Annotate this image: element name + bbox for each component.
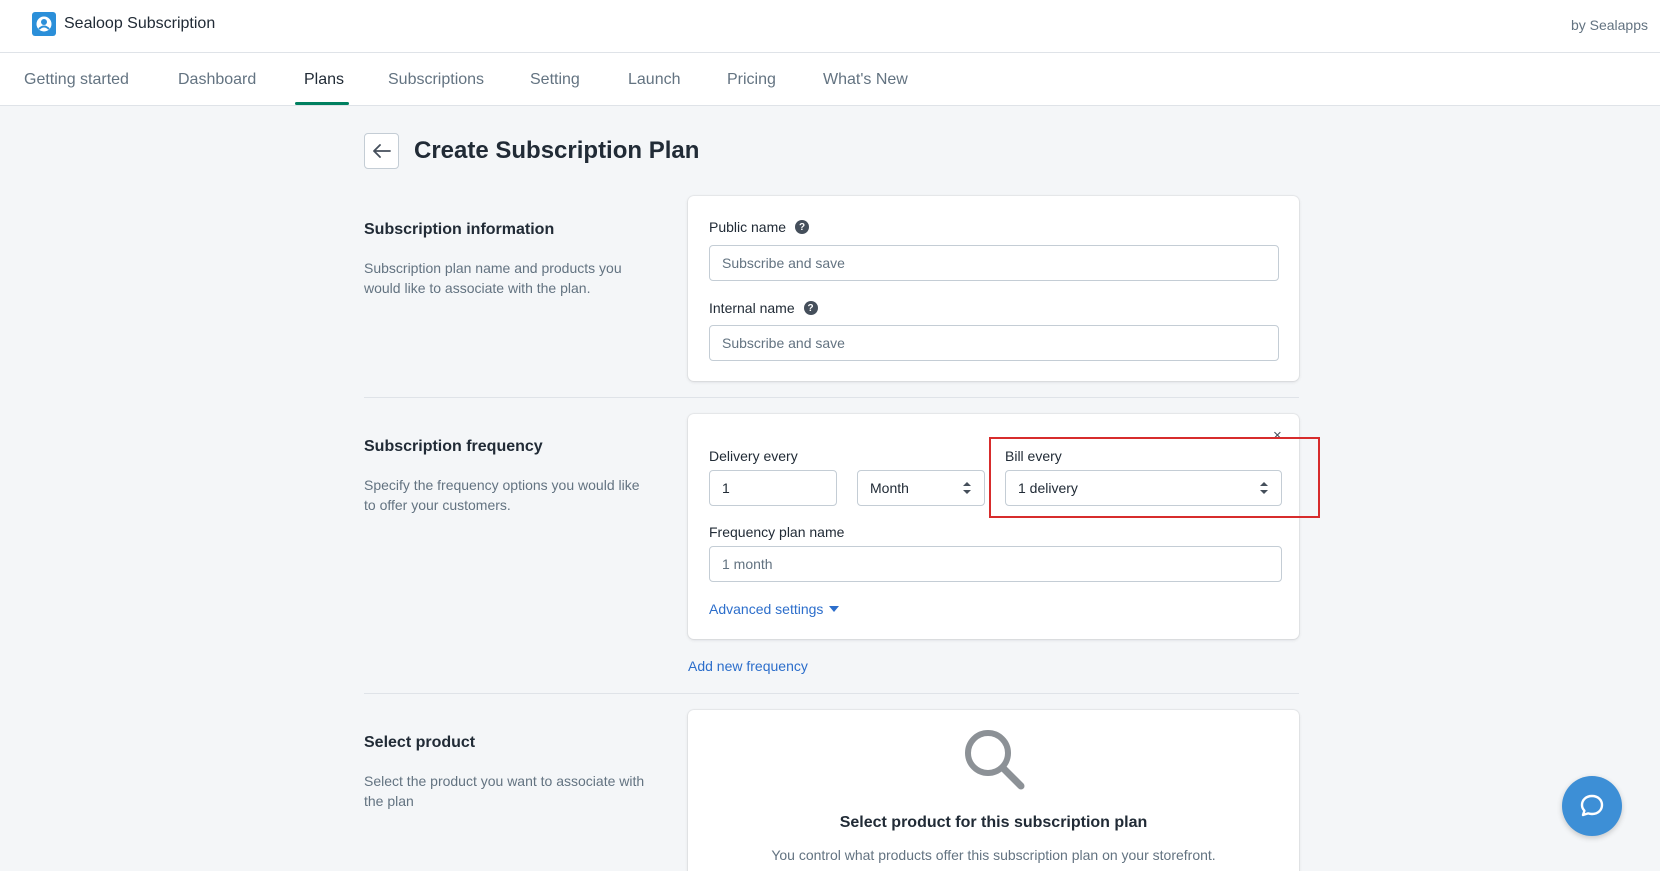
interval-unit-select[interactable]: Month	[857, 470, 985, 506]
help-icon[interactable]: ?	[803, 301, 818, 315]
main-navigation-tabs: Getting started Dashboard Plans Subscrip…	[0, 53, 1660, 106]
app-logo-icon	[32, 12, 56, 36]
arrow-left-icon	[372, 144, 391, 158]
tab-getting-started[interactable]: Getting started	[24, 53, 129, 106]
empty-state-title: Select product for this subscription pla…	[839, 814, 1148, 831]
bill-every-highlight-box	[989, 437, 1320, 518]
tab-whats-new[interactable]: What's New	[823, 53, 908, 106]
caret-down-icon	[829, 606, 840, 612]
internal-name-input[interactable]: Subscribe and save	[709, 325, 1279, 361]
delivery-every-label: Delivery every	[709, 448, 798, 464]
chat-bubble-icon	[1580, 794, 1604, 817]
select-product-title: Select product	[364, 734, 476, 751]
developer-credit[interactable]: by Sealapps	[1571, 17, 1648, 33]
frequency-plan-name-label: Frequency plan name	[709, 524, 845, 540]
advanced-settings-toggle[interactable]: Advanced settings	[709, 601, 840, 617]
tab-plans[interactable]: Plans	[304, 53, 344, 106]
tab-dashboard[interactable]: Dashboard	[178, 53, 256, 106]
internal-name-label: Internal name ?	[709, 300, 818, 316]
chat-support-button[interactable]	[1562, 776, 1622, 836]
help-icon[interactable]: ?	[795, 220, 810, 234]
section-divider	[364, 693, 1299, 694]
delivery-every-input[interactable]: 1	[709, 470, 837, 506]
add-new-frequency-link[interactable]: Add new frequency	[688, 658, 808, 674]
tab-pricing[interactable]: Pricing	[727, 53, 776, 106]
tab-subscriptions[interactable]: Subscriptions	[388, 53, 484, 106]
select-product-description: Select the product you want to associate…	[364, 773, 645, 809]
tab-launch[interactable]: Launch	[628, 53, 681, 106]
public-name-input[interactable]: Subscribe and save	[709, 245, 1279, 281]
search-icon	[965, 730, 1025, 790]
subscription-information-description: Subscription plan name and products you …	[364, 260, 622, 296]
back-button[interactable]	[364, 133, 399, 169]
subscription-frequency-description: Specify the frequency options you would …	[364, 477, 640, 513]
section-divider	[364, 397, 1299, 398]
empty-state-description: You control what products offer this sub…	[771, 847, 1216, 863]
page-title: Create Subscription Plan	[414, 137, 700, 164]
public-name-label: Public name ?	[709, 219, 810, 235]
frequency-plan-name-input[interactable]: 1 month	[709, 546, 1282, 582]
select-arrows-icon	[963, 482, 971, 494]
subscription-information-title: Subscription information	[364, 221, 555, 238]
active-tab-indicator	[295, 102, 349, 105]
subscription-frequency-title: Subscription frequency	[364, 438, 543, 455]
app-title: Sealoop Subscription	[64, 15, 216, 32]
top-bar: Sealoop Subscription by Sealapps	[0, 0, 1660, 53]
tab-setting[interactable]: Setting	[530, 53, 580, 106]
